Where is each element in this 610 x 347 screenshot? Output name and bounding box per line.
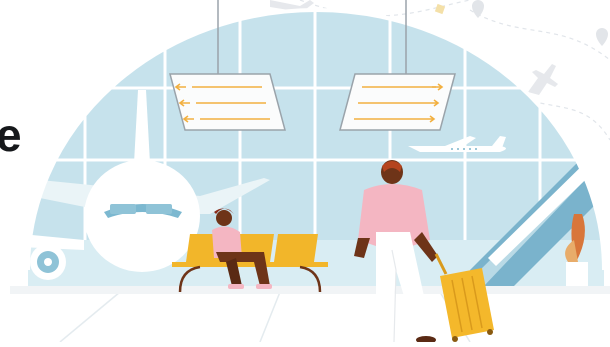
window-sill (10, 286, 610, 294)
background-sparkle (434, 3, 446, 15)
airport-illustration (0, 0, 610, 344)
airport-banner (0, 0, 610, 344)
headline-fragment: e (0, 109, 22, 161)
